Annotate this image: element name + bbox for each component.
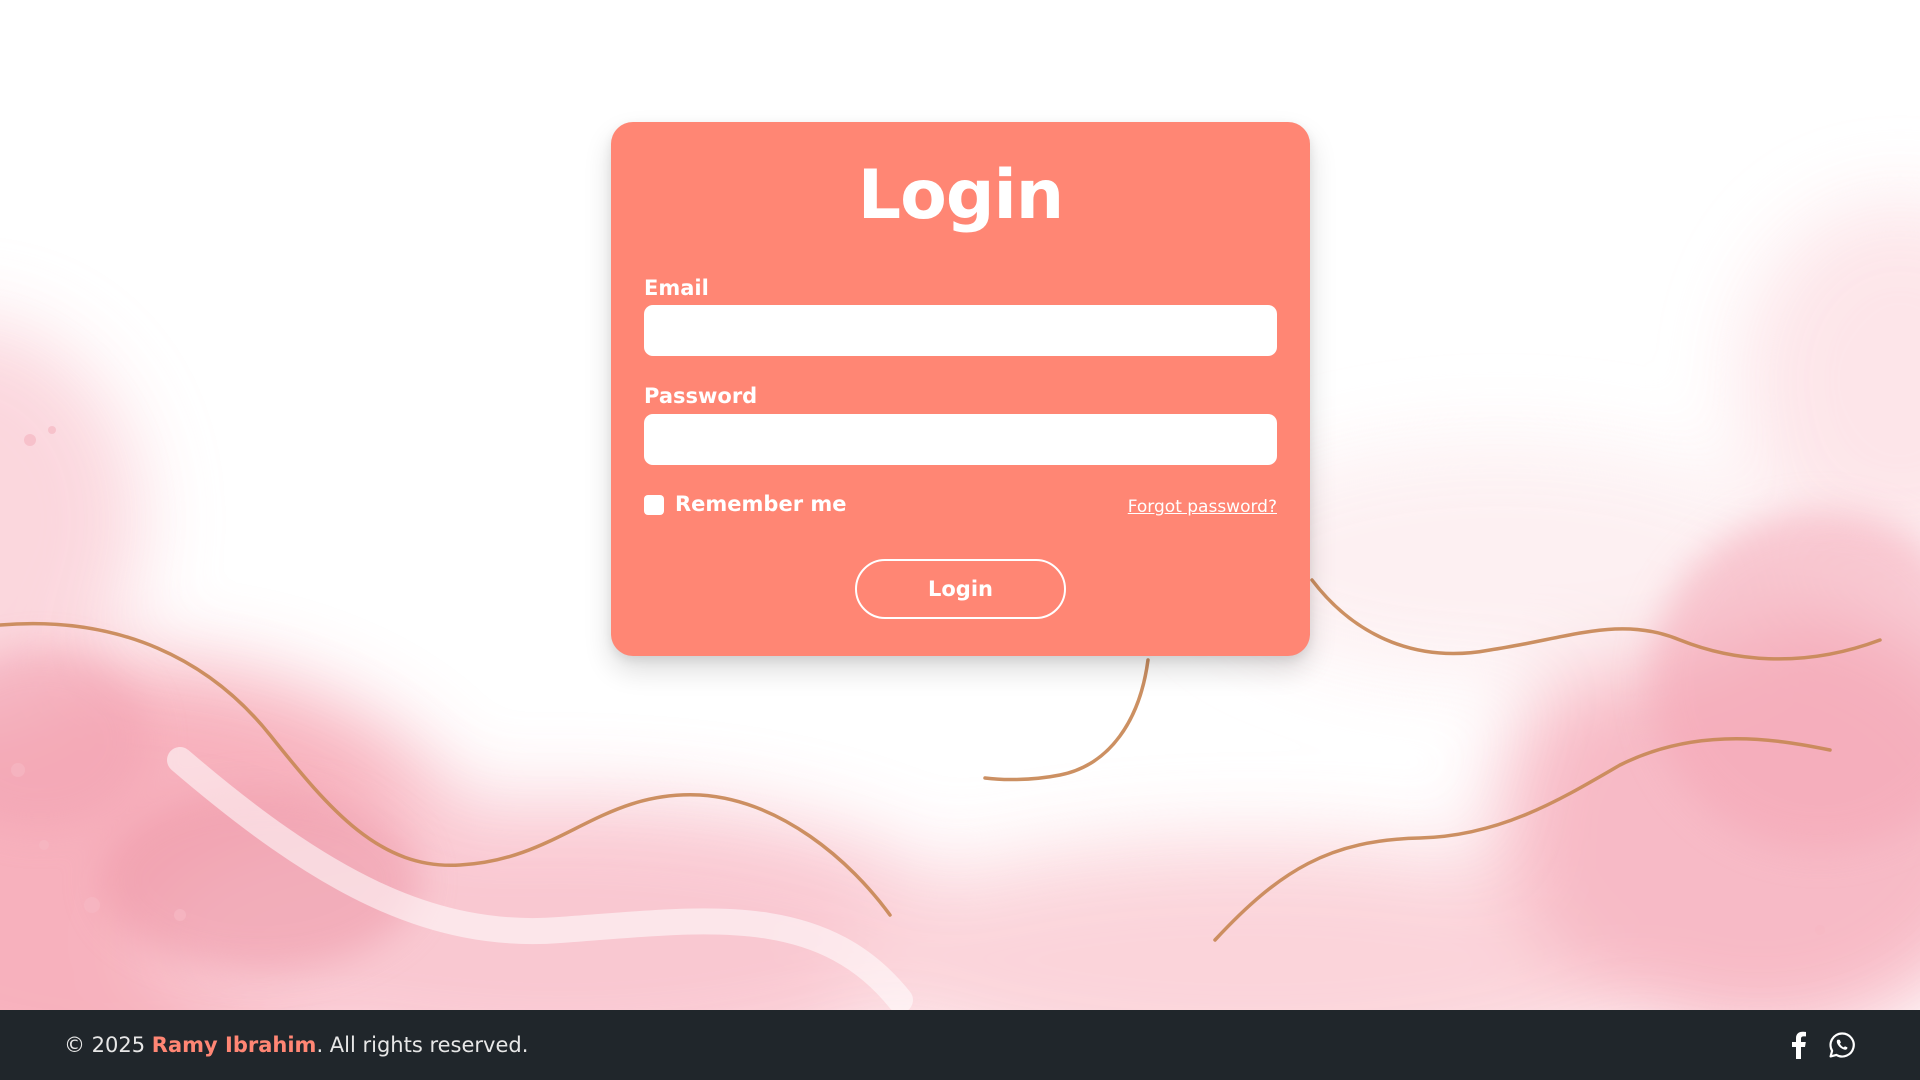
login-card: Login Email Password Remember me Forgot … — [611, 122, 1310, 656]
copyright-text: © 2025 Ramy Ibrahim. All rights reserved… — [64, 1032, 529, 1057]
login-title: Login — [857, 156, 1064, 235]
email-field[interactable] — [644, 305, 1277, 356]
forgot-password-link[interactable]: Forgot password? — [1128, 499, 1277, 516]
social-links — [1784, 1031, 1856, 1059]
footer: © 2025 Ramy Ibrahim. All rights reserved… — [0, 1010, 1920, 1080]
author-name: Ramy Ibrahim — [151, 1032, 317, 1057]
copyright-suffix: . All rights reserved. — [316, 1032, 529, 1057]
whatsapp-link[interactable] — [1828, 1031, 1856, 1059]
remember-me-label[interactable]: Remember me — [675, 494, 847, 515]
facebook-icon — [1792, 1031, 1806, 1059]
facebook-link[interactable] — [1784, 1031, 1812, 1059]
copyright-prefix: © 2025 — [64, 1032, 152, 1057]
remember-me-row: Remember me — [644, 494, 847, 515]
remember-me-checkbox[interactable] — [644, 494, 664, 515]
whatsapp-icon — [1829, 1032, 1855, 1058]
password-field[interactable] — [644, 414, 1277, 465]
login-button[interactable]: Login — [855, 559, 1066, 619]
email-label: Email — [644, 276, 709, 300]
password-label: Password — [644, 384, 758, 408]
